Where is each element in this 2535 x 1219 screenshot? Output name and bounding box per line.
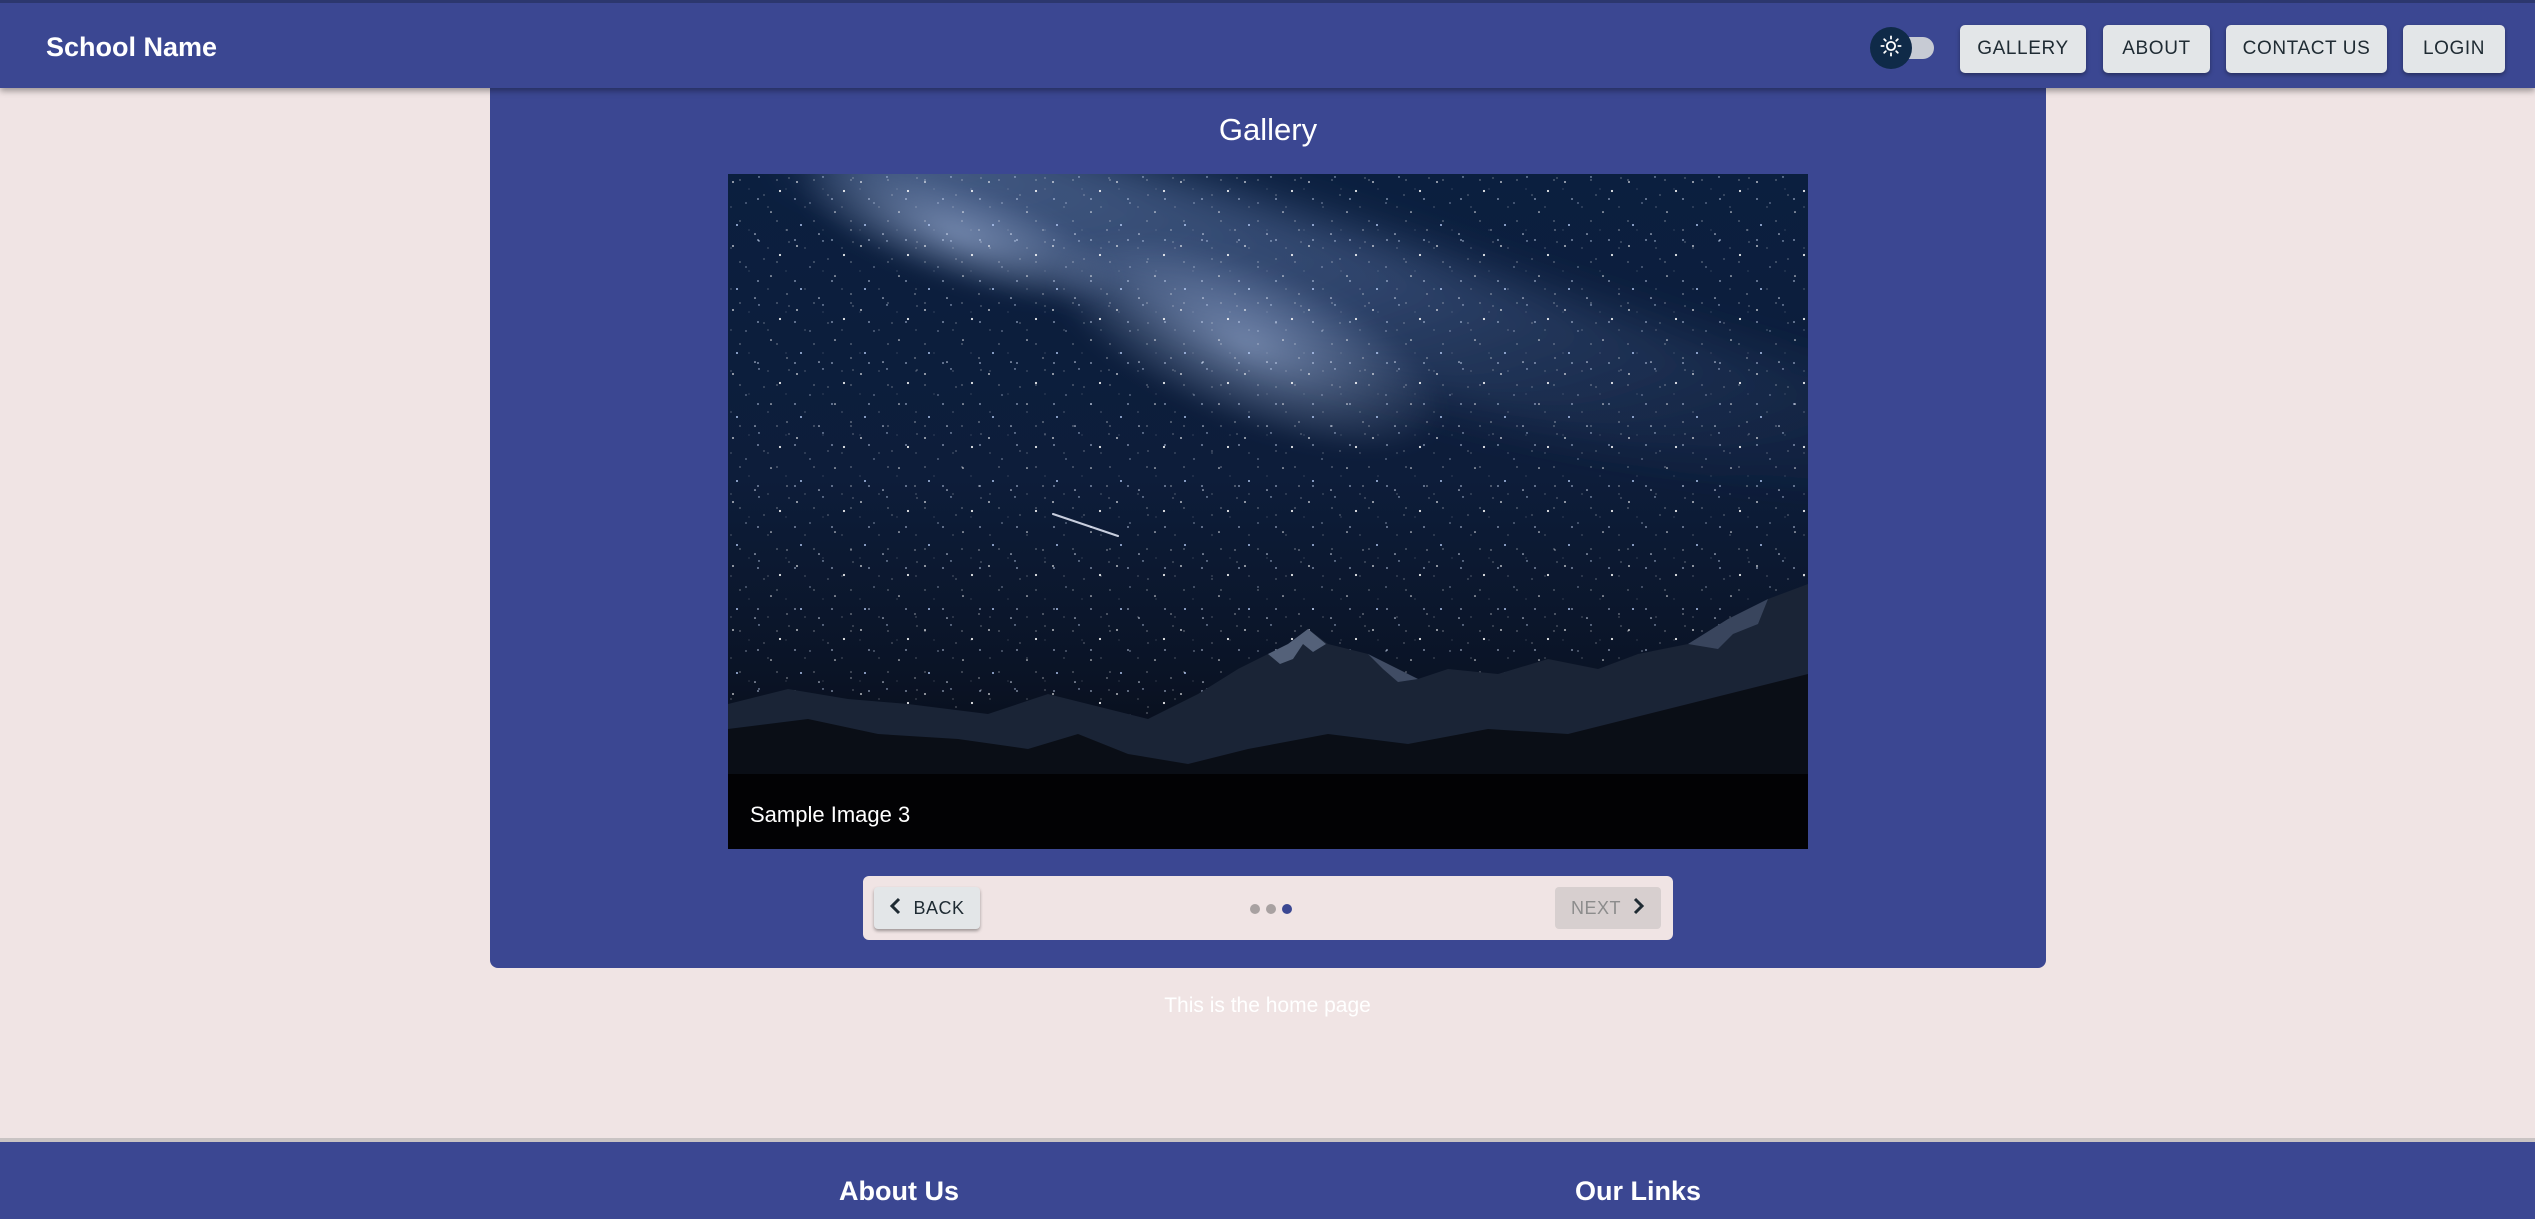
app-header: School Name GALLERY ABOUT CONTACT US LOG… (0, 0, 2535, 88)
home-page-text: This is the home page (1164, 994, 1371, 1017)
nav-contact-button[interactable]: CONTACT US (2226, 25, 2387, 73)
footer-about-heading: About Us (839, 1176, 959, 1206)
next-button[interactable]: NEXT (1555, 887, 1661, 929)
step-dot-active (1282, 904, 1292, 914)
image-caption: Sample Image 3 (750, 802, 911, 827)
next-label: NEXT (1570, 897, 1621, 918)
brand-title[interactable]: School Name (46, 31, 217, 63)
nav-gallery-button[interactable]: GALLERY (1960, 25, 2086, 73)
chevron-right-icon (1631, 897, 1645, 920)
theme-toggle-thumb[interactable] (1870, 27, 1912, 69)
step-dots (1250, 904, 1292, 914)
footer-links-heading: Our Links (1575, 1176, 1702, 1206)
gallery-image: Sample Image 3 (728, 174, 1808, 849)
back-label: BACK (913, 897, 965, 918)
gallery-panel: Gallery Sample Image 3 BACK NEXT (490, 88, 2046, 968)
step-dot (1250, 904, 1260, 914)
step-dot (1266, 904, 1276, 914)
nav-login-button[interactable]: LOGIN (2403, 25, 2505, 73)
sun-icon (1880, 34, 1902, 62)
chevron-left-icon (889, 897, 903, 920)
gallery-title: Gallery (1218, 112, 1318, 147)
back-button[interactable]: BACK (874, 887, 980, 929)
theme-toggle[interactable] (1870, 27, 1936, 69)
nav-about-button[interactable]: ABOUT (2103, 25, 2210, 73)
page-footer: About Us Our Links (0, 1138, 2535, 1219)
gallery-stepper: BACK NEXT (863, 876, 1673, 940)
